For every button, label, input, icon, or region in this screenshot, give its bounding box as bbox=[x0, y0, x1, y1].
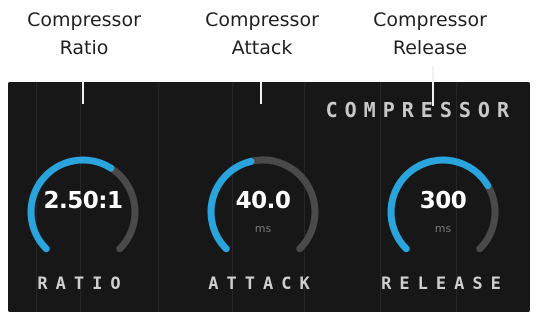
compressor-callout-figure: Compressor Ratio Compressor Attack Compr… bbox=[0, 0, 537, 316]
compressor-panel: COMPRESSOR 2.50:1 RATIO 40.0 ms ATTACK 3… bbox=[8, 82, 530, 312]
release-unit: ms bbox=[434, 222, 452, 235]
callout-ratio: Compressor Ratio bbox=[4, 6, 164, 62]
ratio-value: 2.50:1 bbox=[43, 188, 123, 214]
callout-attack-line2: Attack bbox=[231, 37, 293, 59]
attack-knob-dial bbox=[207, 156, 319, 253]
attack-value: 40.0 bbox=[235, 188, 291, 214]
release-value: 300 bbox=[419, 188, 467, 214]
ratio-callout-pointer bbox=[82, 82, 84, 104]
callout-release-line1: Compressor bbox=[373, 9, 487, 31]
attack-unit: ms bbox=[254, 222, 272, 235]
attack-callout-pointer bbox=[260, 82, 262, 104]
callout-release: Compressor Release bbox=[350, 6, 510, 62]
release-callout-pointer bbox=[432, 66, 434, 106]
attack-label: ATTACK bbox=[208, 274, 318, 294]
release-knob[interactable]: 300 ms bbox=[378, 150, 508, 280]
release-label: RELEASE bbox=[381, 274, 509, 294]
grid-divider bbox=[158, 82, 159, 312]
callout-ratio-line2: Ratio bbox=[59, 37, 109, 59]
callout-attack: Compressor Attack bbox=[182, 6, 342, 62]
ratio-knob[interactable]: 2.50:1 bbox=[18, 150, 148, 280]
release-knob-dial bbox=[387, 156, 499, 253]
callout-release-line2: Release bbox=[392, 37, 468, 59]
attack-knob[interactable]: 40.0 ms bbox=[198, 150, 328, 280]
callout-attack-line1: Compressor bbox=[205, 9, 319, 31]
ratio-label: RATIO bbox=[37, 274, 129, 294]
callout-ratio-line1: Compressor bbox=[27, 9, 141, 31]
ratio-knob-dial bbox=[27, 156, 139, 253]
panel-title: COMPRESSOR bbox=[325, 98, 516, 122]
